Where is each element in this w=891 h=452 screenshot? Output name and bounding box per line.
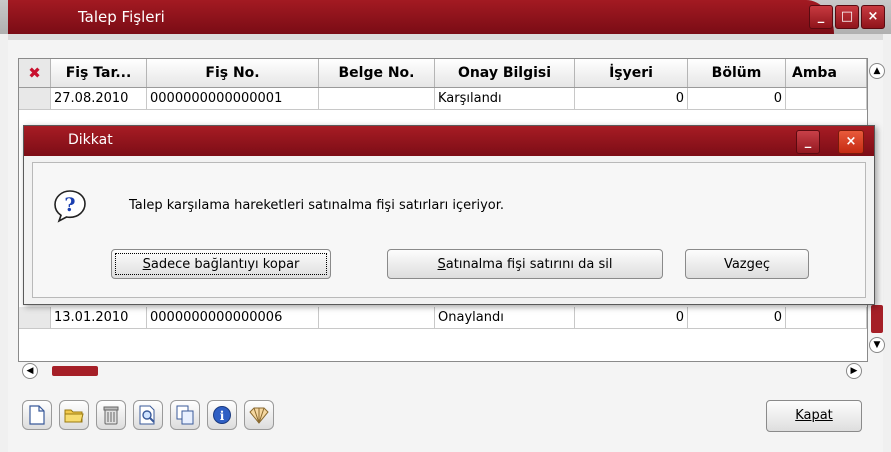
delete-line-label: atınalma fişi satırını da sil [445, 257, 613, 272]
table-header: ✖ Fiş Tar... Fiş No. Belge No. Onay Bilg… [19, 59, 867, 88]
horizontal-scrollbar[interactable]: ◀ ▶ [22, 362, 862, 379]
copy-icon[interactable] [170, 400, 200, 430]
disconnect-only-button[interactable]: Sadece bağlantıyı kopar [111, 249, 331, 279]
scroll-up-icon[interactable]: ▲ [869, 63, 885, 79]
scroll-left-icon[interactable]: ◀ [22, 363, 38, 379]
svg-text:i: i [220, 409, 225, 423]
cell-ambar [786, 88, 867, 110]
delete-purchase-line-button[interactable]: Satınalma fişi satırını da sil [387, 249, 663, 279]
vertical-scroll-thumb[interactable] [871, 305, 883, 333]
maximize-button[interactable]: □ [835, 5, 859, 29]
column-header-onay-bilgisi[interactable]: Onay Bilgisi [435, 59, 575, 87]
dialog-body: ? Talep karşılama hareketleri satınalma … [32, 162, 866, 298]
horizontal-scroll-thumb[interactable] [52, 366, 98, 376]
cell-date: 27.08.2010 [51, 88, 147, 110]
dialog-titlebar[interactable]: Dikkat _ × [24, 126, 874, 156]
warning-dialog: Dikkat _ × ? Talep karşılama hareketleri… [23, 125, 875, 305]
column-header-fis-no[interactable]: Fiş No. [147, 59, 319, 87]
window-title: Talep Fişleri [78, 8, 165, 26]
cell-status: Onaylandı [435, 307, 575, 329]
cell-bolum: 0 [688, 88, 786, 110]
minimize-button[interactable]: _ [809, 5, 833, 29]
dialog-close-button[interactable]: × [838, 130, 864, 154]
cell-doc-no: 0000000000000001 [147, 88, 319, 110]
select-all-icon[interactable]: ✖ [19, 59, 51, 87]
column-header-isyeri[interactable]: İşyeri [575, 59, 688, 87]
row-selector[interactable] [19, 88, 51, 110]
column-header-bolum[interactable]: Bölüm [688, 59, 786, 87]
disconnect-label: adece bağlantıyı kopar [150, 257, 300, 272]
shell-icon[interactable] [244, 400, 274, 430]
delete-line-accel: S [437, 257, 446, 272]
column-header-ambar[interactable]: Amba [786, 59, 867, 87]
window-controls: _ □ × [809, 5, 885, 29]
cell-belge-no [319, 307, 435, 329]
close-button-accel: K [795, 408, 804, 423]
main-titlebar[interactable]: Talep Fişleri _ □ × [0, 0, 891, 34]
close-button[interactable]: Kapat [766, 400, 862, 432]
cell-isyeri: 0 [575, 307, 688, 329]
cell-bolum: 0 [688, 307, 786, 329]
cell-belge-no [319, 88, 435, 110]
dialog-controls: _ × [796, 130, 864, 154]
column-header-belge-no[interactable]: Belge No. [319, 59, 435, 87]
table-row[interactable]: 13.01.2010 0000000000000006 Onaylandı 0 … [19, 307, 867, 329]
question-icon: ? [53, 189, 86, 223]
scroll-down-icon[interactable]: ▼ [869, 337, 885, 353]
dialog-minimize-button[interactable]: _ [796, 130, 820, 154]
column-header-fis-tarihi[interactable]: Fiş Tar... [51, 59, 147, 87]
search-icon[interactable] [133, 400, 163, 430]
table-row[interactable]: 27.08.2010 0000000000000001 Karşılandı 0… [19, 88, 867, 110]
disconnect-accel: S [142, 257, 151, 272]
open-folder-icon[interactable] [59, 400, 89, 430]
dialog-title: Dikkat [68, 132, 113, 148]
cancel-button[interactable]: Vazgeç [685, 249, 809, 279]
scroll-right-icon[interactable]: ▶ [846, 363, 862, 379]
delete-icon[interactable] [96, 400, 126, 430]
svg-text:?: ? [64, 194, 75, 216]
bottom-toolbar: i [22, 400, 274, 432]
cell-date: 13.01.2010 [51, 307, 147, 329]
close-window-button[interactable]: × [861, 5, 885, 29]
cell-ambar [786, 307, 867, 329]
cell-doc-no: 0000000000000006 [147, 307, 319, 329]
dialog-message: Talep karşılama hareketleri satınalma fi… [129, 198, 505, 213]
cell-isyeri: 0 [575, 88, 688, 110]
cell-status: Karşılandı [435, 88, 575, 110]
info-icon[interactable]: i [207, 400, 237, 430]
row-selector[interactable] [19, 307, 51, 329]
new-document-icon[interactable] [22, 400, 52, 430]
close-button-label: apat [803, 408, 833, 423]
